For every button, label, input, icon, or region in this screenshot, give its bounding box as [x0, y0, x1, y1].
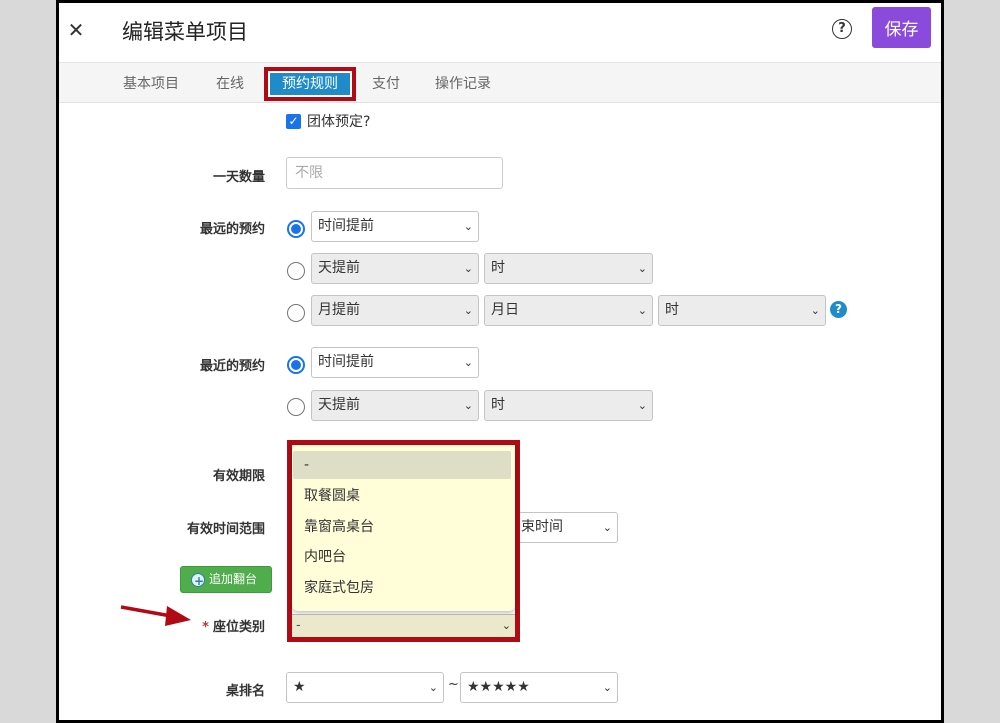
select-value: 天提前 — [318, 260, 360, 276]
tab-highlight-box: 预约规则 — [264, 67, 356, 101]
chevron-down-icon: ⌄ — [501, 619, 511, 632]
select-value: - — [296, 618, 301, 633]
chevron-down-icon: ⌄ — [463, 220, 473, 233]
table-rank-from-select[interactable]: ★ ⌄ — [286, 672, 444, 703]
range-separator: ~ — [448, 677, 459, 692]
time-range-end-select[interactable]: 束时间 ⌄ — [514, 512, 618, 543]
latest-booking-radio-time[interactable] — [287, 220, 305, 238]
select-value: ★★★★★ — [467, 679, 530, 695]
seat-type-option[interactable]: - — [293, 451, 511, 479]
latest-booking-time-select[interactable]: 时间提前 ⌄ — [311, 211, 479, 242]
nearest-booking-day-hour-select[interactable]: 时 ⌄ — [484, 390, 653, 421]
select-value: 月日 — [491, 302, 519, 318]
tab-bar: 基本项目 在线 预约规则 支付 操作记录 — [59, 63, 941, 103]
select-value: 束时间 — [521, 519, 563, 535]
edit-menu-item-dialog: ✕ 编辑菜单项目 ? 保存 基本项目 在线 预约规则 支付 操作记录 ✓ 团体预… — [56, 0, 944, 723]
daily-quantity-input[interactable]: 不限 — [286, 157, 503, 189]
select-value: 时间提前 — [318, 354, 374, 370]
page-title: 编辑菜单项目 — [122, 20, 248, 44]
nearest-booking-label: 最近的预约 — [199, 359, 265, 374]
close-icon[interactable]: ✕ — [63, 17, 89, 43]
tab-booking-rules[interactable]: 预约规则 — [270, 73, 350, 95]
latest-booking-radio-day[interactable] — [287, 262, 305, 280]
chevron-down-icon: ⌄ — [602, 521, 612, 534]
help-icon[interactable]: ? — [832, 19, 852, 39]
chevron-down-icon: ⌄ — [602, 681, 612, 694]
table-rank-to-select[interactable]: ★★★★★ ⌄ — [460, 672, 618, 703]
chevron-down-icon: ⌄ — [428, 681, 438, 694]
seat-type-dropdown-highlight: - 取餐圆桌 靠窗高桌台 内吧台 家庭式包房 - ⌄ — [287, 440, 520, 642]
required-mark: * — [202, 620, 209, 635]
validity-period-label: 有效期限 — [212, 469, 265, 484]
latest-booking-month-select[interactable]: 月提前 ⌄ — [311, 295, 479, 326]
chevron-down-icon: ⌄ — [637, 304, 647, 317]
select-value: 月提前 — [318, 302, 360, 318]
nearest-booking-radio-day[interactable] — [287, 398, 305, 416]
seat-type-label-text: 座位类别 — [212, 620, 265, 635]
nearest-booking-time-select[interactable]: 时间提前 ⌄ — [311, 347, 479, 378]
latest-booking-day-select[interactable]: 天提前 ⌄ — [311, 253, 479, 284]
chevron-down-icon: ⌄ — [463, 356, 473, 369]
select-value: 时间提前 — [318, 218, 374, 234]
add-icon — [191, 569, 205, 594]
latest-booking-radio-month[interactable] — [287, 304, 305, 322]
select-value: 时 — [491, 260, 505, 276]
group-booking-checkbox[interactable]: ✓ — [286, 114, 301, 129]
red-arrow-icon — [120, 605, 191, 626]
add-turn-button[interactable]: 追加翻台 — [180, 566, 272, 594]
select-value: 时 — [665, 302, 679, 318]
daily-quantity-label: 一天数量 — [212, 170, 265, 185]
save-button[interactable]: 保存 — [872, 7, 931, 48]
chevron-down-icon: ⌄ — [810, 304, 820, 317]
group-booking-label: 团体预定? — [307, 114, 371, 130]
chevron-down-icon: ⌄ — [463, 399, 473, 412]
question-icon[interactable]: ? — [830, 301, 847, 318]
latest-booking-day-hour-select[interactable]: 时 ⌄ — [484, 253, 653, 284]
add-turn-label: 追加翻台 — [209, 572, 258, 586]
tab-basic[interactable]: 基本项目 — [123, 73, 179, 93]
tab-online[interactable]: 在线 — [216, 73, 244, 93]
chevron-down-icon: ⌄ — [637, 399, 647, 412]
nearest-booking-day-select[interactable]: 天提前 ⌄ — [311, 390, 479, 421]
valid-time-range-label: 有效时间范围 — [186, 522, 265, 537]
tab-operation-log[interactable]: 操作记录 — [435, 73, 491, 93]
seat-type-option[interactable]: 内吧台 — [293, 543, 511, 571]
latest-booking-month-day-select[interactable]: 月日 ⌄ — [484, 295, 653, 326]
nearest-booking-radio-time[interactable] — [287, 356, 305, 374]
dialog-header: ✕ 编辑菜单项目 ? 保存 — [59, 3, 941, 63]
seat-type-option[interactable]: 取餐圆桌 — [293, 482, 511, 510]
latest-booking-month-hour-select[interactable]: 时 ⌄ — [658, 295, 826, 326]
chevron-down-icon: ⌄ — [463, 262, 473, 275]
table-rank-label: 桌排名 — [225, 684, 265, 699]
tab-payment[interactable]: 支付 — [372, 73, 400, 93]
seat-type-options-list: - 取餐圆桌 靠窗高桌台 内吧台 家庭式包房 — [292, 445, 515, 611]
chevron-down-icon: ⌄ — [637, 262, 647, 275]
latest-booking-label: 最远的预约 — [199, 222, 265, 237]
chevron-down-icon: ⌄ — [463, 304, 473, 317]
seat-type-option[interactable]: 靠窗高桌台 — [293, 513, 511, 541]
select-value: ★ — [293, 679, 306, 695]
select-value: 时 — [491, 397, 505, 413]
select-value: 天提前 — [318, 397, 360, 413]
seat-type-select[interactable]: - ⌄ — [292, 614, 515, 637]
seat-type-option[interactable]: 家庭式包房 — [293, 574, 511, 602]
